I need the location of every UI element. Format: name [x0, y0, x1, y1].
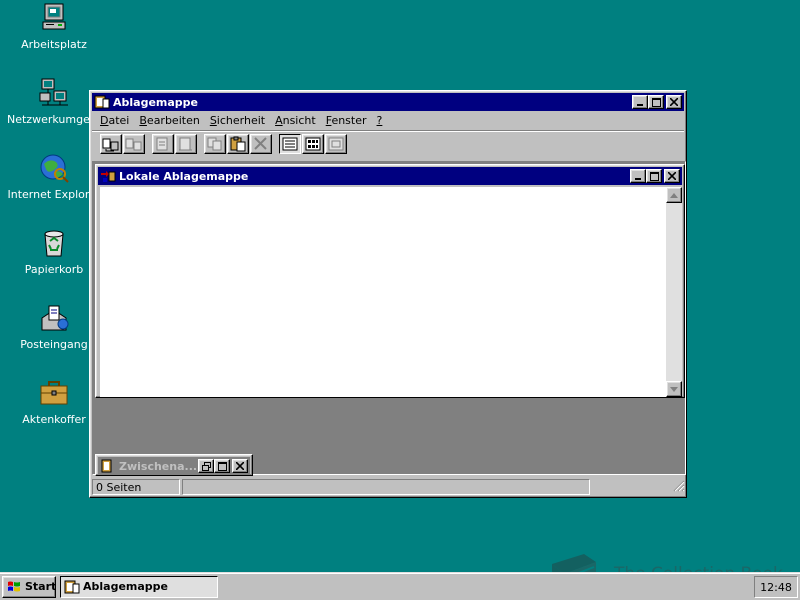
- system-tray: 12:48: [754, 576, 798, 598]
- desktop-icon-label: Aktenkoffer: [22, 413, 86, 426]
- desktop-icon-label: Papierkorb: [24, 263, 84, 276]
- main-window: Ablagemappe Datei Bearbeiten Sicherheit …: [89, 90, 687, 498]
- start-label: Start: [25, 580, 57, 593]
- paste-button[interactable]: [227, 134, 249, 154]
- desktop-icon-label: Arbeitsplatz: [21, 38, 87, 51]
- desktop-icon-internet-explorer[interactable]: Internet Explorer: [6, 152, 102, 201]
- menu-datei[interactable]: Datei: [96, 114, 135, 127]
- view-table-of-contents-button[interactable]: [279, 134, 301, 154]
- recycle-bin-icon: [38, 227, 70, 259]
- view-full-page-button[interactable]: [325, 134, 347, 154]
- desktop-icon-label: Netzwerkumgebung: [7, 113, 102, 126]
- toolbar: [92, 130, 684, 157]
- scroll-up-button[interactable]: [666, 187, 682, 203]
- computer-icon: [38, 2, 70, 34]
- share-button[interactable]: [152, 134, 174, 154]
- desktop-icon-label: Internet Explorer: [7, 188, 101, 201]
- view-thumbnails-button[interactable]: [302, 134, 324, 154]
- briefcase-icon: [38, 377, 70, 409]
- windows-logo-icon: [6, 580, 22, 594]
- child-minimize-button[interactable]: [630, 169, 646, 183]
- taskbar-button-label: Ablagemappe: [83, 580, 169, 593]
- min-close-button[interactable]: [232, 459, 248, 473]
- menu-ansicht[interactable]: Ansicht: [271, 114, 322, 127]
- desktop-icon-aktenkoffer[interactable]: Aktenkoffer: [6, 377, 102, 426]
- maximize-button[interactable]: [648, 95, 664, 109]
- clipbook-page-list[interactable]: [100, 187, 682, 397]
- menu-bar: Datei Bearbeiten Sicherheit Ansicht Fens…: [92, 111, 684, 130]
- desktop-icon-papierkorb[interactable]: Papierkorb: [6, 227, 102, 276]
- network-icon: [38, 77, 70, 109]
- menu-sicherheit[interactable]: Sicherheit: [206, 114, 271, 127]
- status-bar: 0 Seiten: [92, 477, 686, 497]
- clock[interactable]: 12:48: [760, 581, 792, 594]
- internet-explorer-icon: [38, 152, 70, 184]
- child-close-button[interactable]: [664, 169, 680, 183]
- start-button[interactable]: Start: [2, 575, 57, 598]
- delete-button[interactable]: [250, 134, 272, 154]
- minimized-titlebar[interactable]: Zwischena...: [98, 457, 250, 475]
- mdi-client-area: Lokale Ablagemappe Zwischena...: [92, 161, 686, 476]
- vertical-scrollbar[interactable]: [666, 187, 682, 397]
- clipboard-viewer-icon: [94, 95, 110, 109]
- desktop-icon-label: Posteingang: [20, 338, 88, 351]
- minimized-window-zwischenablage[interactable]: Zwischena...: [95, 454, 253, 476]
- child-titlebar[interactable]: Lokale Ablagemappe: [98, 167, 682, 185]
- clipboard-icon: [100, 459, 116, 473]
- local-clipbook-icon: [100, 169, 116, 183]
- minimize-button[interactable]: [632, 95, 648, 109]
- inbox-icon: [38, 302, 70, 334]
- taskbar: Start Ablagemappe 12:48: [0, 572, 800, 600]
- unshare-button[interactable]: [175, 134, 197, 154]
- close-button[interactable]: [666, 95, 682, 109]
- child-window-lokale-ablagemappe: Lokale Ablagemappe: [95, 164, 685, 398]
- disconnect-button[interactable]: [123, 134, 145, 154]
- child-maximize-button[interactable]: [646, 169, 662, 183]
- taskbar-button-ablagemappe[interactable]: Ablagemappe: [60, 575, 218, 598]
- main-titlebar[interactable]: Ablagemappe: [92, 93, 684, 111]
- status-page-count: 0 Seiten: [92, 479, 180, 495]
- menu-help[interactable]: ?: [373, 114, 389, 127]
- child-window-title: Lokale Ablagemappe: [119, 169, 249, 183]
- status-pane-empty: [182, 479, 590, 495]
- resize-grip-icon[interactable]: [673, 480, 685, 495]
- copy-button[interactable]: [204, 134, 226, 154]
- main-window-title: Ablagemappe: [113, 95, 199, 109]
- desktop-icon-netzwerkumgebung[interactable]: Netzwerkumgebung: [6, 77, 102, 126]
- menu-fenster[interactable]: Fenster: [322, 114, 373, 127]
- desktop-icon-arbeitsplatz[interactable]: Arbeitsplatz: [6, 2, 102, 51]
- restore-button[interactable]: [198, 459, 214, 473]
- scroll-down-button[interactable]: [666, 381, 682, 397]
- menu-bearbeiten[interactable]: Bearbeiten: [135, 114, 205, 127]
- connect-button[interactable]: [100, 134, 122, 154]
- clipboard-viewer-icon: [64, 580, 80, 594]
- min-maximize-button[interactable]: [214, 459, 230, 473]
- desktop-icon-posteingang[interactable]: Posteingang: [6, 302, 102, 351]
- minimized-window-title: Zwischena...: [119, 459, 198, 473]
